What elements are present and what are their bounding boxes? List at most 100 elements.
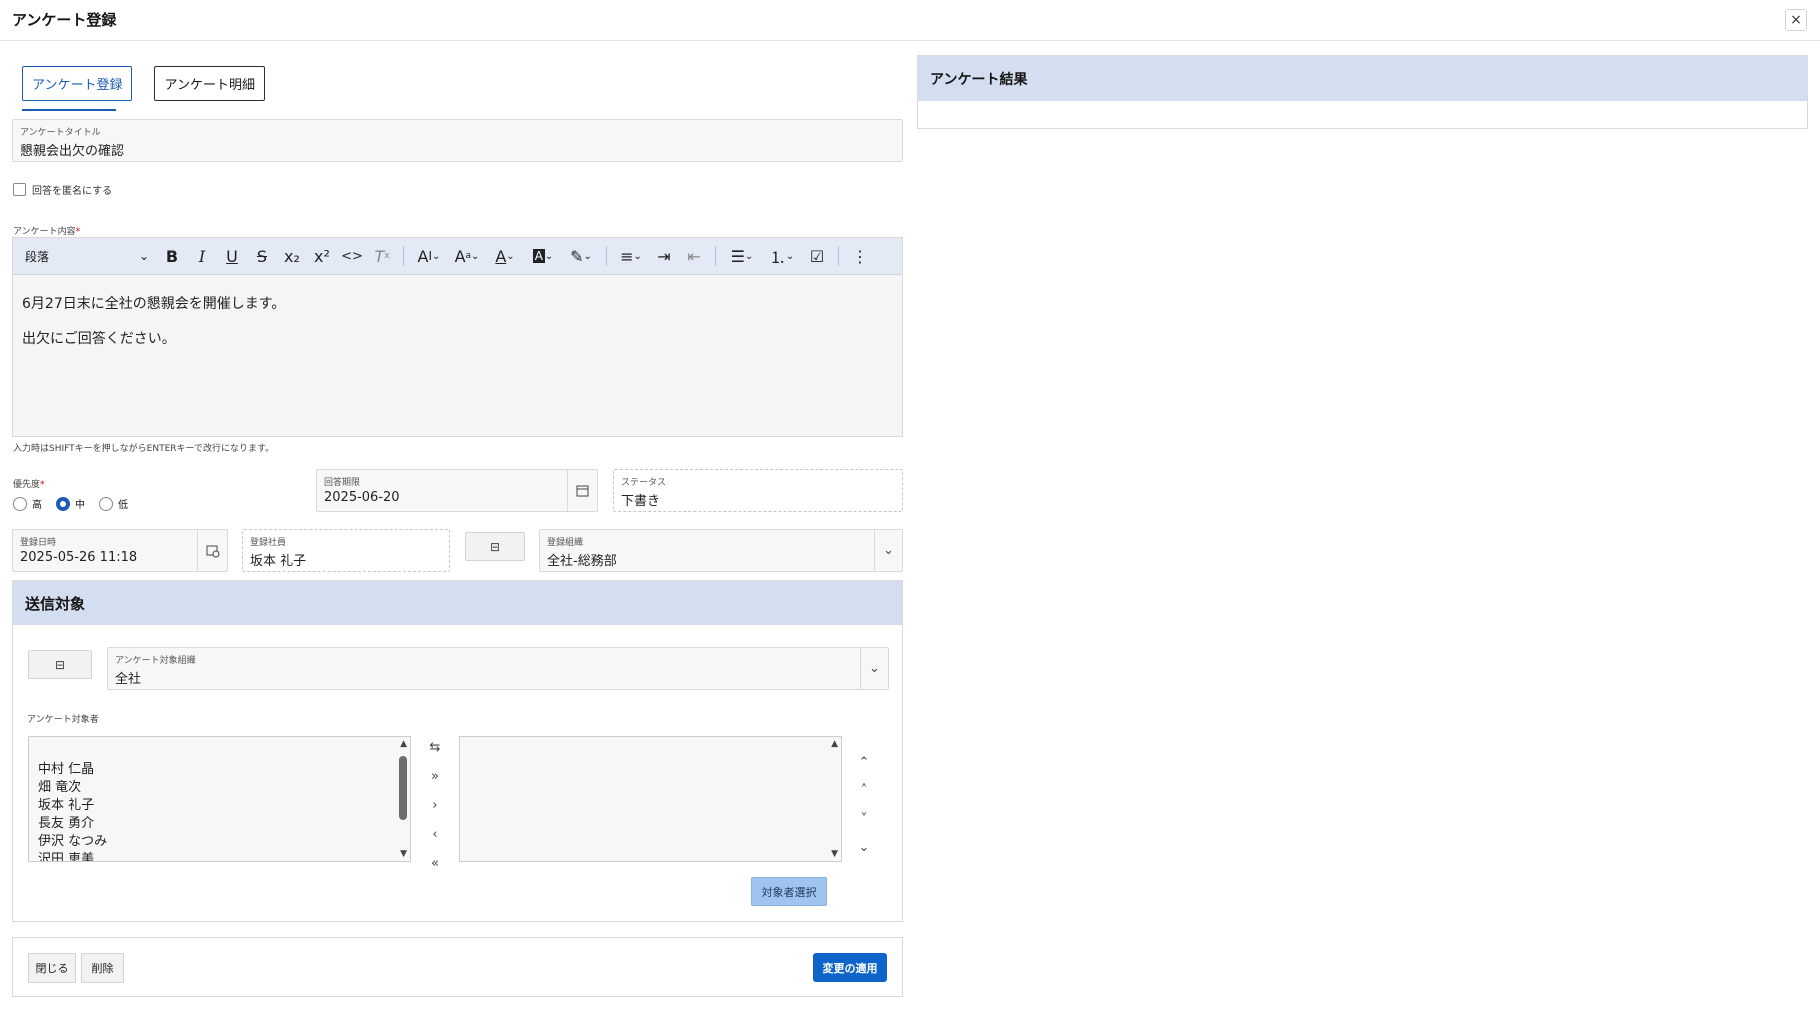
target-org-tree-button[interactable]: ⊟ xyxy=(28,650,92,679)
required-mark: * xyxy=(75,227,81,237)
content-line-1: 6月27日末に全社の懇親会を開催します。 xyxy=(22,296,286,312)
apply-changes-button[interactable]: 変更の適用 xyxy=(813,953,887,982)
priority-label-text: 優先度 xyxy=(13,480,41,490)
font-color-icon[interactable]: A ⌄ xyxy=(486,243,524,269)
indent-icon[interactable]: ⇥ xyxy=(649,243,679,269)
move-down-icon[interactable]: ˅ xyxy=(852,808,876,830)
registered-at-label: 登録日時 xyxy=(20,538,57,548)
survey-results-panel: アンケート結果 xyxy=(917,55,1808,129)
move-all-left-icon[interactable]: « xyxy=(423,852,447,874)
registered-at-field[interactable]: 登録日時 2025-05-26 11:18 xyxy=(12,529,228,572)
underline-icon[interactable]: U xyxy=(217,243,247,269)
bullet-list-icon[interactable]: ☰ ⌄ xyxy=(722,243,762,269)
scroll-down-icon[interactable]: ▼ xyxy=(400,849,407,859)
scroll-down-icon[interactable]: ▼ xyxy=(831,849,838,859)
more-icon[interactable]: ⋮ xyxy=(845,243,875,269)
anonymous-label: 回答を匿名にする xyxy=(32,186,113,197)
list-item[interactable]: 長友 勇介 xyxy=(38,815,107,833)
target-org-select[interactable]: アンケート対象組織 全社 ⌄ xyxy=(107,647,889,690)
delete-button[interactable]: 削除 xyxy=(81,953,124,983)
priority-high-label: 高 xyxy=(32,500,42,511)
registered-by-value: 坂本 礼子 xyxy=(250,554,307,569)
move-right-icon[interactable]: › xyxy=(423,794,447,816)
paragraph-select[interactable]: 段落 ⌄ xyxy=(25,248,157,265)
priority-high-radio[interactable]: 高 xyxy=(13,496,42,511)
radio-dot-selected[interactable] xyxy=(56,496,70,511)
subscript-icon[interactable]: x₂ xyxy=(277,243,307,269)
dialog-titlebar: アンケート登録 × xyxy=(0,0,1820,41)
editor-toolbar: 段落 ⌄ B I U S x₂ x² <> Tx A I ⌄ Aa ⌄ A ⌄ A ⌄ ✎… xyxy=(13,238,902,275)
deadline-value[interactable]: 2025-06-20 xyxy=(324,490,400,505)
move-bottom-icon[interactable]: ⌄ xyxy=(852,836,876,858)
selected-people-list[interactable]: ▲ ▼ xyxy=(459,736,842,862)
toolbar-divider xyxy=(838,246,839,266)
survey-title-value[interactable]: 懇親会出欠の確認 xyxy=(20,140,124,159)
italic-icon[interactable]: I xyxy=(187,243,217,269)
checkbox-box[interactable] xyxy=(13,183,26,196)
list-item[interactable]: 中村 仁晶 xyxy=(38,761,107,779)
chevron-down-icon[interactable]: ⌄ xyxy=(860,648,888,689)
target-org-value[interactable]: 全社 xyxy=(115,668,141,687)
toolbar-divider xyxy=(715,246,716,266)
radio-dot[interactable] xyxy=(99,496,113,511)
registered-org-value[interactable]: 全社-総務部 xyxy=(547,550,617,569)
tab-survey-details[interactable]: アンケート明細 xyxy=(154,66,265,101)
priority-low-radio[interactable]: 低 xyxy=(99,496,128,511)
numbered-list-icon[interactable]: ⒈ ⌄ xyxy=(762,243,802,269)
survey-title-field[interactable]: アンケートタイトル 懇親会出欠の確認 xyxy=(12,119,903,162)
content-line-2: 出欠にご回答ください。 xyxy=(22,331,176,347)
targets-header: 送信対象 xyxy=(13,581,902,625)
survey-results-header: アンケート結果 xyxy=(918,56,1807,101)
code-icon[interactable]: <> xyxy=(337,243,367,269)
toolbar-divider xyxy=(606,246,607,266)
target-org-label: アンケート対象組織 xyxy=(115,656,196,666)
anonymous-checkbox[interactable]: 回答を匿名にする xyxy=(13,182,112,197)
background-color-icon[interactable]: A ⌄ xyxy=(524,243,562,269)
survey-title-label: アンケートタイトル xyxy=(20,128,101,138)
calendar-icon[interactable] xyxy=(567,470,597,511)
scroll-up-icon[interactable]: ▲ xyxy=(400,739,407,749)
registered-org-select[interactable]: 登録組織 全社-総務部 ⌄ xyxy=(539,529,903,572)
rich-text-editor[interactable]: 段落 ⌄ B I U S x₂ x² <> Tx A I ⌄ Aa ⌄ A ⌄ A ⌄ ✎… xyxy=(12,237,903,437)
list-item[interactable]: 沢田 恵美 xyxy=(38,851,107,861)
chevron-down-icon: ⌄ xyxy=(138,249,149,263)
tab-survey-register[interactable]: アンケート登録 xyxy=(22,66,133,101)
move-all-right-icon[interactable]: » xyxy=(423,765,447,787)
outdent-icon[interactable]: ⇤ xyxy=(679,243,709,269)
scroll-up-icon[interactable]: ▲ xyxy=(831,739,838,749)
todo-list-icon[interactable]: ☑ xyxy=(802,243,832,269)
deadline-field[interactable]: 回答期限 2025-06-20 xyxy=(316,469,598,512)
highlight-icon[interactable]: ✎ ⌄ xyxy=(562,243,600,269)
required-mark: * xyxy=(40,480,45,490)
list-item[interactable]: 畑 竜次 xyxy=(38,779,107,797)
org-tree-icon: ⊟ xyxy=(54,657,66,672)
clear-format-icon[interactable]: Tx xyxy=(367,243,397,269)
editor-content[interactable]: 6月27日末に全社の懇親会を開催します。 出欠にご回答ください。 xyxy=(13,275,902,369)
list-item[interactable]: 伊沢 なつみ xyxy=(38,833,107,851)
font-family-icon[interactable]: Aa ⌄ xyxy=(448,243,486,269)
select-targets-button[interactable]: 対象者選択 xyxy=(751,877,827,906)
superscript-icon[interactable]: x² xyxy=(307,243,337,269)
list-item[interactable]: 坂本 礼子 xyxy=(38,797,107,815)
priority-medium-radio[interactable]: 中 xyxy=(56,496,85,511)
active-tab-indicator xyxy=(22,109,116,111)
move-top-icon[interactable]: ⌃ xyxy=(852,751,876,773)
swap-icon[interactable]: ⇆ xyxy=(423,736,447,758)
registered-at-value[interactable]: 2025-05-26 11:18 xyxy=(20,550,137,565)
chevron-down-icon[interactable]: ⌄ xyxy=(874,530,902,571)
bold-icon[interactable]: B xyxy=(157,243,187,269)
calendar-clock-icon[interactable] xyxy=(197,530,227,571)
radio-dot[interactable] xyxy=(13,496,27,511)
org-tree-button[interactable]: ⊟ xyxy=(465,532,525,561)
align-icon[interactable]: ≡ ⌄ xyxy=(613,243,649,269)
tab-bar: アンケート登録 アンケート明細 xyxy=(22,66,265,101)
available-people-list[interactable]: 中村 仁晶 畑 竜次 坂本 礼子 長友 勇介 伊沢 なつみ 沢田 恵美 ▲ ▼ xyxy=(28,736,411,862)
move-left-icon[interactable]: ‹ xyxy=(423,823,447,845)
close-icon[interactable]: × xyxy=(1785,9,1807,31)
move-up-icon[interactable]: ˄ xyxy=(852,779,876,801)
scrollbar-thumb[interactable] xyxy=(399,756,407,820)
close-button[interactable]: 閉じる xyxy=(28,953,76,983)
strikethrough-icon[interactable]: S xyxy=(247,243,277,269)
font-size-icon[interactable]: A I ⌄ xyxy=(410,243,448,269)
content-label: アンケート内容* xyxy=(13,224,80,237)
